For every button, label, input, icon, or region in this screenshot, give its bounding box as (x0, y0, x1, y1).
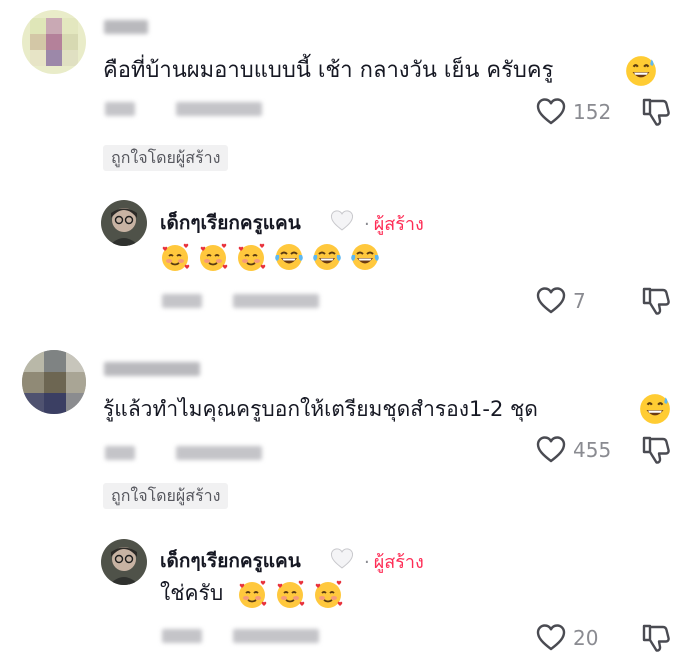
reply-author-name[interactable]: เด็กๆเรียกครูแคน (160, 546, 301, 576)
grinning-sweat-emoji-icon (638, 392, 672, 426)
dislike-icon[interactable] (640, 285, 672, 317)
reply-emoji-row (159, 241, 381, 273)
reply-like-button[interactable]: 20 (535, 622, 598, 654)
pixelated-avatar-image (22, 10, 86, 74)
reply-emoji-row (236, 578, 344, 610)
like-count: 152 (573, 100, 612, 124)
reply-reply-button-redacted[interactable] (233, 294, 319, 308)
heart-icon (535, 285, 567, 317)
like-button[interactable]: 455 (535, 434, 611, 466)
timestamp-redacted (105, 102, 135, 116)
timestamp-redacted (105, 446, 135, 460)
like-button[interactable]: 152 (535, 96, 611, 128)
creator-tag: · ผู้สร้าง (364, 547, 424, 576)
reply-button-redacted[interactable] (176, 446, 262, 460)
heart-icon (535, 434, 567, 466)
smiling-face-hearts-emoji-icon (312, 578, 344, 610)
creator-label: ผู้สร้าง (373, 214, 424, 235)
username-redacted[interactable] (104, 362, 200, 376)
commenter-avatar[interactable] (22, 350, 86, 414)
username-redacted[interactable] (104, 20, 148, 34)
reply-author-text: เด็กๆเรียกครูแคน (160, 550, 301, 572)
separator-dot: · (364, 214, 370, 235)
reply-timestamp-redacted (162, 629, 202, 643)
comment-text: คือที่บ้านผมอาบแบบนี้ เช้า กลางวัน เย็น … (103, 56, 553, 86)
pixelated-avatar-image (22, 350, 86, 414)
liked-by-creator-badge: ถูกใจโดยผู้สร้าง (103, 483, 229, 509)
creator-label: ผู้สร้าง (373, 552, 424, 573)
reply-like-count: 7 (573, 289, 586, 313)
reply-like-count: 20 (573, 626, 599, 650)
reply-like-button[interactable]: 7 (535, 285, 586, 317)
heart-icon (535, 96, 567, 128)
like-count: 455 (573, 438, 612, 462)
dislike-icon[interactable] (640, 96, 672, 128)
tears-of-joy-emoji-icon (349, 241, 381, 273)
smiling-face-hearts-emoji-icon (197, 241, 229, 273)
comment-1: คือที่บ้านผมอาบแบบนี้ เช้า กลางวัน เย็น … (0, 0, 700, 330)
white-heart-icon (329, 546, 355, 572)
reply-text: ใช่ครับ (160, 578, 223, 608)
separator-dot: · (364, 552, 370, 573)
reply-reply-button-redacted[interactable] (233, 629, 319, 643)
reply-button-redacted[interactable] (176, 102, 262, 116)
heart-icon (535, 622, 567, 654)
smiling-face-hearts-emoji-icon (274, 578, 306, 610)
liked-by-creator-badge: ถูกใจโดยผู้สร้าง (103, 145, 229, 171)
smiling-face-hearts-emoji-icon (236, 578, 268, 610)
reply-author-name[interactable]: เด็กๆเรียกครูแคน (160, 208, 301, 238)
commenter-avatar[interactable] (22, 10, 86, 74)
creator-avatar[interactable] (101, 200, 147, 246)
dislike-icon[interactable] (640, 622, 672, 654)
comment-text-content: คือที่บ้านผมอาบแบบนี้ เช้า กลางวัน เย็น … (103, 58, 554, 83)
dislike-icon[interactable] (640, 434, 672, 466)
reply-text-content: ใช่ครับ (160, 581, 224, 605)
tears-of-joy-emoji-icon (273, 241, 305, 273)
white-heart-icon (329, 208, 355, 234)
reply-author-text: เด็กๆเรียกครูแคน (160, 212, 301, 234)
creator-avatar-image (101, 200, 147, 246)
reply-timestamp-redacted (162, 294, 202, 308)
creator-avatar-image (101, 539, 147, 585)
creator-avatar[interactable] (101, 539, 147, 585)
tears-of-joy-emoji-icon (311, 241, 343, 273)
grinning-sweat-emoji-icon (624, 54, 658, 88)
comment-text-content: รู้แล้วทำไมคุณครูบอกให้เตรียมชุดสำรอง1-2… (103, 397, 538, 421)
smiling-face-hearts-emoji-icon (159, 241, 191, 273)
comment-2: รู้แล้วทำไมคุณครูบอกให้เตรียมชุดสำรอง1-2… (0, 330, 700, 662)
comment-text: รู้แล้วทำไมคุณครูบอกให้เตรียมชุดสำรอง1-2… (103, 394, 538, 424)
smiling-face-hearts-emoji-icon (235, 241, 267, 273)
creator-tag: · ผู้สร้าง (364, 209, 424, 238)
